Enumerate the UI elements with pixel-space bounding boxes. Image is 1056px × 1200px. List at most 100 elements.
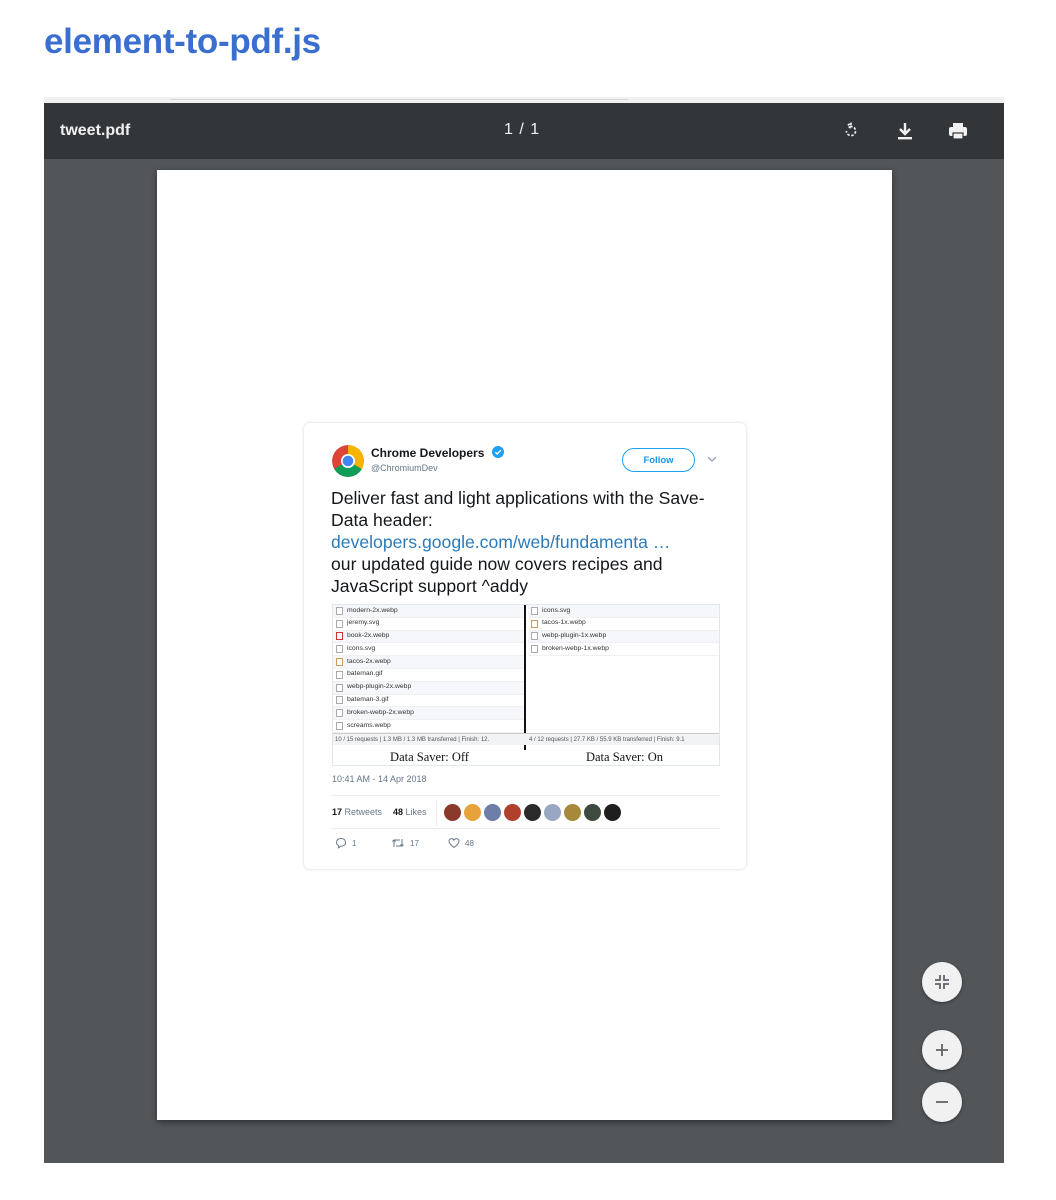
file-name: broken-webp-2x.webp <box>347 708 414 716</box>
liker-avatar[interactable] <box>584 804 601 821</box>
file-icon <box>531 619 538 628</box>
liker-avatar[interactable] <box>464 804 481 821</box>
file-icon <box>336 645 343 654</box>
liker-avatar[interactable] <box>544 804 561 821</box>
file-name: modern-2x.webp <box>347 606 398 614</box>
list-item: modern-2x.webp <box>333 605 524 618</box>
reply-icon <box>335 837 347 849</box>
tweet-text-part: Deliver fast and light applications with… <box>331 488 705 530</box>
like-button[interactable]: 48 <box>448 837 474 849</box>
list-item: icons.svg <box>528 605 719 618</box>
print-button[interactable] <box>943 116 973 146</box>
verified-badge-icon <box>492 446 504 458</box>
rotate-icon <box>845 121 857 137</box>
zoom-in-button[interactable] <box>922 1030 962 1070</box>
author-handle[interactable]: @ChromiumDev <box>371 463 438 473</box>
zoom-in-icon <box>936 1044 948 1056</box>
list-item: screams.webp <box>333 720 524 733</box>
list-item: broken-webp-2x.webp <box>333 707 524 721</box>
pdf-toolbar: tweet.pdf 1 / 1 <box>44 103 1004 159</box>
file-name: tacos-1x.webp <box>542 619 586 627</box>
reply-count: 1 <box>352 838 357 848</box>
likes-label: Likes <box>405 807 427 817</box>
tweet-text: Deliver fast and light applications with… <box>331 487 726 597</box>
file-name: jeremy.svg <box>347 619 380 627</box>
tweet-link[interactable]: developers.google.com/web/fundamenta … <box>331 532 670 552</box>
liker-avatar[interactable] <box>524 804 541 821</box>
list-item: webp-plugin-2x.webp <box>333 681 524 695</box>
list-item: broken-webp-1x.webp <box>528 643 719 657</box>
file-icon <box>336 696 343 705</box>
liker-avatar[interactable] <box>604 804 621 821</box>
file-icon <box>336 658 343 667</box>
file-icon <box>531 645 538 654</box>
list-item: webp-plugin-1x.webp <box>528 630 719 644</box>
list-item: bateman-3.gif <box>333 695 524 708</box>
retweets-label: Retweets <box>344 807 383 817</box>
list-item: tacos-2x.webp <box>333 656 524 669</box>
author-name[interactable]: Chrome Developers <box>371 446 484 460</box>
file-name: tacos-2x.webp <box>347 657 391 665</box>
file-name: webp-plugin-2x.webp <box>347 683 412 691</box>
retweet-icon <box>392 839 404 847</box>
media-caption-left: Data Saver: Off <box>390 750 469 764</box>
list-item: jeremy.svg <box>333 618 524 631</box>
media-caption-right: Data Saver: On <box>585 750 664 764</box>
page-title: element-to-pdf.js <box>44 22 321 61</box>
like-count: 48 <box>465 838 474 848</box>
list-item: icons.svg <box>333 643 524 657</box>
chrome-logo-icon <box>332 445 364 477</box>
liker-avatar[interactable] <box>564 804 581 821</box>
fit-to-page-icon <box>935 975 949 989</box>
zoom-out-icon <box>936 1101 948 1103</box>
liker-avatar[interactable] <box>484 804 501 821</box>
file-icon <box>336 683 343 692</box>
file-icon <box>336 670 343 679</box>
fit-to-page-button[interactable] <box>922 962 962 1002</box>
file-name: broken-webp-1x.webp <box>542 644 609 652</box>
retweet-button[interactable]: 17 <box>391 837 419 849</box>
network-panel-right: icons.svg tacos-1x.webp webp-plugin-1x.w… <box>528 605 719 750</box>
pdf-viewer: tweet.pdf 1 / 1 Chrome Developers @Chrom… <box>44 103 1004 1163</box>
download-button[interactable] <box>890 116 920 146</box>
file-icon <box>336 709 343 718</box>
retweets-count: 17 <box>332 807 343 817</box>
tweet-media-image[interactable]: modern-2x.webp jeremy.svg book-2x.webp i… <box>332 604 720 766</box>
follow-button[interactable]: Follow <box>622 448 695 472</box>
liker-avatar[interactable] <box>504 804 521 821</box>
network-summary-bar: 10 / 15 requests | 1.3 MB / 1.3 MB trans… <box>333 733 719 745</box>
file-name: icons.svg <box>542 606 571 614</box>
file-name: screams.webp <box>347 721 391 729</box>
retweets-stat[interactable]: 17 Retweets <box>332 807 382 817</box>
page-indicator: 1 / 1 <box>504 121 541 138</box>
tweet-text-part: our updated guide now covers recipes and… <box>331 554 663 596</box>
chevron-down-icon[interactable] <box>707 455 717 463</box>
file-icon <box>336 619 343 628</box>
list-item: bateman.gif <box>333 669 524 682</box>
tweet-timestamp[interactable]: 10:41 AM - 14 Apr 2018 <box>332 774 427 784</box>
file-icon <box>336 722 343 731</box>
stats-divider <box>436 800 437 826</box>
file-icon <box>531 606 538 615</box>
likes-stat[interactable]: 48 Likes <box>393 807 427 817</box>
tweet-card: Chrome Developers @ChromiumDev Follow De… <box>304 423 746 869</box>
file-name: bateman.gif <box>347 670 383 678</box>
summary-left: 10 / 15 requests | 1.3 MB / 1.3 MB trans… <box>335 737 490 743</box>
rotate-button[interactable] <box>836 116 866 146</box>
reply-button[interactable]: 1 <box>335 837 356 849</box>
list-item: tacos-1x.webp <box>528 618 719 631</box>
file-name: book-2x.webp <box>347 632 390 640</box>
pdf-page: Chrome Developers @ChromiumDev Follow De… <box>157 170 892 1120</box>
download-icon <box>898 123 912 140</box>
network-panel-left: modern-2x.webp jeremy.svg book-2x.webp i… <box>333 605 526 750</box>
heart-icon <box>448 838 460 849</box>
zoom-out-button[interactable] <box>922 1082 962 1122</box>
file-icon <box>336 606 343 615</box>
liker-avatar[interactable] <box>444 804 461 821</box>
tweet-stats: 17 Retweets 48 Likes <box>332 795 720 829</box>
file-name: bateman-3.gif <box>347 696 389 704</box>
likes-count: 48 <box>393 807 404 817</box>
file-icon <box>531 632 538 641</box>
summary-right: 4 / 12 requests | 27.7 KB / 55.9 KB tran… <box>529 737 685 743</box>
pdf-filename: tweet.pdf <box>60 122 131 139</box>
